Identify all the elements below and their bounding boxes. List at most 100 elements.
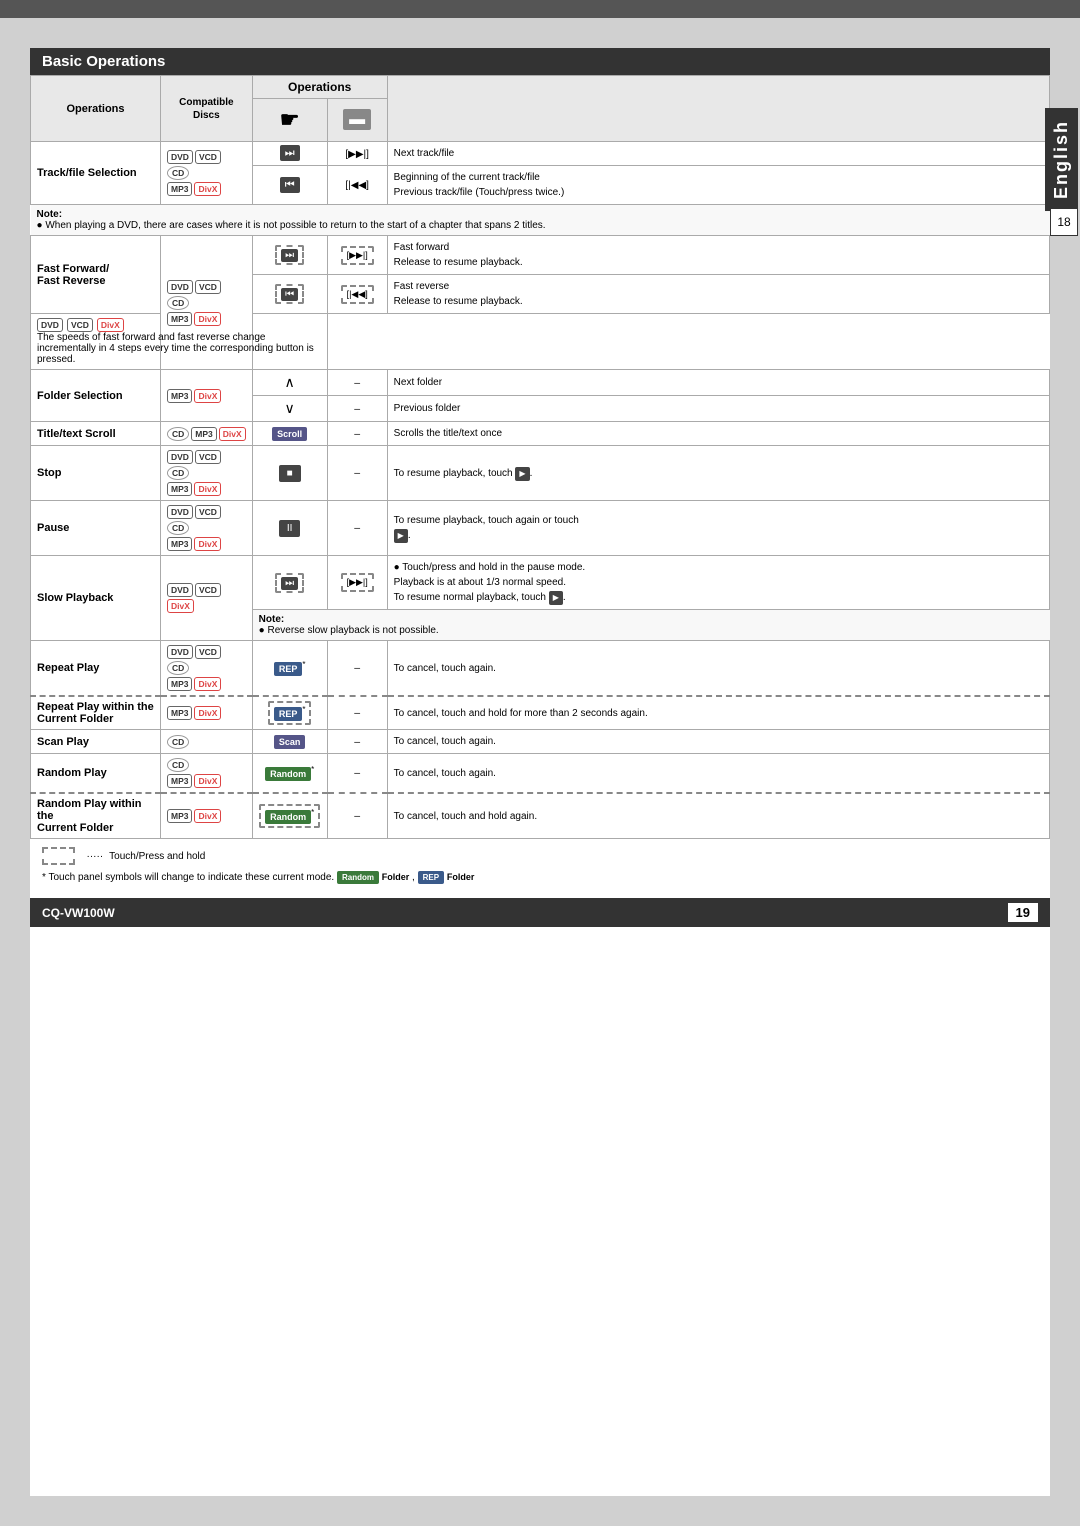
desc-random: To cancel, touch again. xyxy=(387,754,1049,794)
next-track-btn[interactable]: ⏭ xyxy=(280,145,300,161)
badge-divx: DivX xyxy=(194,537,221,551)
badge-dvd: DVD xyxy=(167,150,193,164)
pause-btn[interactable]: II xyxy=(279,520,301,537)
col-header-remote: ▬ xyxy=(327,99,387,142)
discs-folder: MP3 DivX xyxy=(161,370,253,422)
desc-repeat: To cancel, touch again. xyxy=(387,641,1049,697)
model-name: CQ-VW100W xyxy=(42,906,115,920)
badge-mp3: MP3 xyxy=(167,482,192,496)
table-row: Repeat Play DVD VCD CD MP3 DivX xyxy=(31,641,1050,697)
discs-pause: DVD VCD CD MP3 DivX xyxy=(161,501,253,556)
monitor-icon: ▬ xyxy=(343,109,371,130)
badge-cd: CD xyxy=(167,427,189,441)
touch-fr: ⏮ xyxy=(252,275,327,314)
badge-divx: DivX xyxy=(194,809,221,823)
discs-stop: DVD VCD CD MP3 DivX xyxy=(161,446,253,501)
discs-scroll: CD MP3 DivX xyxy=(161,422,253,446)
slow-remote-btn: [▶▶|] xyxy=(341,573,374,592)
touch-repeat: REP* xyxy=(252,641,327,697)
random-folder-dashed-btn[interactable]: Random* xyxy=(259,804,320,828)
slow-note-cell: Note: ● Reverse slow playback is not pos… xyxy=(252,610,1049,641)
discs-track: DVD VCD CD MP3 DivX xyxy=(161,142,253,205)
hand-icon: ☛ xyxy=(280,107,300,132)
table-row: Random Play CD MP3 DivX Random* xyxy=(31,754,1050,794)
remote-random-folder: – xyxy=(327,793,387,839)
desc-repeat-folder: To cancel, touch and hold for more than … xyxy=(387,696,1049,730)
badge-divx: DivX xyxy=(194,677,221,691)
badge-cd: CD xyxy=(167,296,189,310)
badge-cd: CD xyxy=(167,466,189,480)
touch-folder-down: ∨ xyxy=(252,396,327,422)
badge-mp3: MP3 xyxy=(167,182,192,196)
track-note-cell: Note: ● When playing a DVD, there are ca… xyxy=(31,205,1050,236)
ff-remote-btn: [▶▶|] xyxy=(341,246,374,265)
rep-folder-dashed-btn[interactable]: REP* xyxy=(268,701,312,725)
badge-cd: CD xyxy=(167,735,189,749)
ff-dashed-btn[interactable]: ⏭ xyxy=(275,245,304,265)
touch-scroll: Scroll xyxy=(252,422,327,446)
stop-btn[interactable]: ■ xyxy=(279,465,301,482)
prev-track-btn[interactable]: ⏮ xyxy=(280,177,300,193)
fr-dashed-btn[interactable]: ⏮ xyxy=(275,284,304,304)
fr-remote-btn: [|◀◀] xyxy=(341,285,374,304)
badge-cd: CD xyxy=(167,521,189,535)
badge-dvd: DVD xyxy=(167,583,193,597)
table-row: Scan Play CD Scan – To cancel, touch aga… xyxy=(31,730,1050,754)
badge-mp3: MP3 xyxy=(167,389,192,403)
section-title: Basic Operations xyxy=(30,48,1050,75)
row-label-pause: Pause xyxy=(31,501,161,556)
badge-cd: CD xyxy=(167,661,189,675)
badge-divx: DivX xyxy=(219,427,246,441)
badge-divx: DivX xyxy=(194,389,221,403)
row-label-repeat-folder: Repeat Play within theCurrent Folder xyxy=(31,696,161,730)
col-header-discs: CompatibleDiscs xyxy=(161,76,253,142)
remote-scan: – xyxy=(327,730,387,754)
table-row: Pause DVD VCD CD MP3 DivX xyxy=(31,501,1050,556)
random-btn[interactable]: Random xyxy=(265,767,311,781)
folder-label-2: Folder xyxy=(447,872,475,882)
table-row: Title/text Scroll CD MP3 DivX Scroll – S… xyxy=(31,422,1050,446)
col-header-desc xyxy=(387,76,1049,142)
touch-repeat-folder: REP* xyxy=(252,696,327,730)
table-row: Fast Forward/Fast Reverse DVD VCD CD MP3… xyxy=(31,236,1050,275)
page-number-bottom: 19 xyxy=(1008,903,1038,922)
badge-divx: DivX xyxy=(194,774,221,788)
slow-dashed-btn[interactable]: ⏭ xyxy=(275,573,304,593)
row-label-random: Random Play xyxy=(31,754,161,794)
col-header-operations-main: Operations xyxy=(252,76,387,99)
rep-folder-badge: REP xyxy=(418,871,444,884)
row-label-scroll: Title/text Scroll xyxy=(31,422,161,446)
badge-vcd: VCD xyxy=(195,645,221,659)
table-row: Repeat Play within theCurrent Folder MP3… xyxy=(31,696,1050,730)
touch-ff: ⏭ xyxy=(252,236,327,275)
badge-mp3: MP3 xyxy=(167,706,192,720)
table-row: Random Play within theCurrent Folder MP3… xyxy=(31,793,1050,839)
footer-area: ····· Touch/Press and hold * Touch panel… xyxy=(30,839,1050,892)
badge-mp3: MP3 xyxy=(167,774,192,788)
row-label-track: Track/file Selection xyxy=(31,142,161,205)
rep-btn[interactable]: REP xyxy=(274,662,303,676)
badge-vcd: VCD xyxy=(195,583,221,597)
discs-scan: CD xyxy=(161,730,253,754)
row-label-scan: Scan Play xyxy=(31,730,161,754)
row-label-folder: Folder Selection xyxy=(31,370,161,422)
row-label-ff: Fast Forward/Fast Reverse xyxy=(31,236,161,314)
badge-cd: CD xyxy=(167,166,189,180)
badge-divx: DivX xyxy=(167,599,194,613)
track-note-row: Note: ● When playing a DVD, there are ca… xyxy=(31,205,1050,236)
footer-legend: ····· Touch/Press and hold xyxy=(42,847,1038,865)
remote-random: – xyxy=(327,754,387,794)
badge-vcd: VCD xyxy=(195,280,221,294)
badge-dvd: DVD xyxy=(167,505,193,519)
remote-repeat: – xyxy=(327,641,387,697)
badge-divx: DivX xyxy=(194,706,221,720)
row-label-repeat: Repeat Play xyxy=(31,641,161,697)
desc-slow: ● Touch/press and hold in the pause mode… xyxy=(387,556,1049,610)
row-label-random-folder: Random Play within theCurrent Folder xyxy=(31,793,161,839)
badge-mp3: MP3 xyxy=(167,809,192,823)
scan-btn[interactable]: Scan xyxy=(274,735,306,749)
scroll-btn[interactable]: Scroll xyxy=(272,427,307,441)
touch-pause: II xyxy=(252,501,327,556)
remote-fr: [|◀◀] xyxy=(327,275,387,314)
discs-repeat: DVD VCD CD MP3 DivX xyxy=(161,641,253,697)
